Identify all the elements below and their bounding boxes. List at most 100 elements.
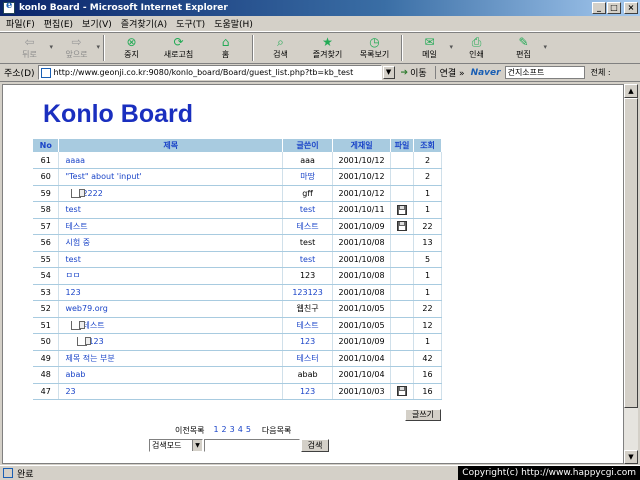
- page-link-4[interactable]: 4: [238, 425, 243, 436]
- page-link-1[interactable]: 1: [213, 425, 218, 436]
- minimize-button[interactable]: _: [592, 2, 606, 14]
- table-row[interactable]: 61 aaaa aaa 2001/10/12 2: [33, 152, 442, 169]
- menu-edit[interactable]: 편집(E): [44, 17, 73, 30]
- row-subject-link[interactable]: test: [65, 255, 80, 264]
- vertical-scrollbar[interactable]: ▲ ▼: [624, 84, 638, 464]
- row-subject-link[interactable]: 2222: [82, 189, 102, 198]
- chevron-down-icon[interactable]: ▾: [96, 43, 100, 51]
- toolbar-button-10[interactable]: ✎ 편집 ▾: [500, 33, 547, 63]
- table-row[interactable]: 53 123 123123 2001/10/08 1: [33, 284, 442, 301]
- scroll-thumb[interactable]: [624, 98, 638, 408]
- row-subject-link[interactable]: 테스트: [65, 222, 87, 231]
- menu-help[interactable]: 도움말(H): [214, 17, 253, 30]
- row-author[interactable]: 테스트: [282, 218, 334, 235]
- row-file: [390, 251, 414, 268]
- floppy-disk-icon[interactable]: [397, 221, 408, 232]
- table-row[interactable]: 47 23 123 2001/10/03 16: [33, 383, 442, 400]
- page-link-5[interactable]: 5: [246, 425, 251, 436]
- search-form: 검색모드 ▼ 검색: [149, 439, 329, 452]
- table-row[interactable]: 49 제목 적는 부분 테스터 2001/10/04 42: [33, 350, 442, 367]
- toolbar-button-6[interactable]: ★ 즐겨찾기: [304, 33, 351, 63]
- row-file: [390, 317, 414, 334]
- row-author[interactable]: 마땅: [282, 168, 334, 186]
- toolbar-button-5[interactable]: ⌕ 검색: [257, 33, 304, 63]
- table-row[interactable]: 54 ㅁㅁ 123 2001/10/08 1: [33, 267, 442, 285]
- search-button[interactable]: 검색: [301, 439, 329, 452]
- table-row[interactable]: 58 test test 2001/10/11 1: [33, 201, 442, 219]
- table-row[interactable]: 52 web79.org 웹친구 2001/10/05 22: [33, 300, 442, 318]
- row-date: 2001/10/09: [332, 333, 392, 351]
- row-subject-link[interactable]: aaaa: [65, 156, 85, 165]
- row-date: 2001/10/05: [332, 317, 392, 334]
- row-author[interactable]: 123: [282, 383, 334, 400]
- toolbar-button-0[interactable]: ⇦ 뒤로 ▾: [6, 33, 53, 63]
- row-subject-link[interactable]: 테스트: [82, 321, 104, 330]
- page-link-3[interactable]: 3: [230, 425, 235, 436]
- col-views: 조회: [413, 139, 442, 152]
- menu-file[interactable]: 파일(F): [6, 17, 35, 30]
- row-author[interactable]: 123: [282, 333, 334, 351]
- row-date: 2001/10/04: [332, 366, 392, 384]
- toolbar-button-8[interactable]: ✉ 메일 ▾: [406, 33, 453, 63]
- table-row[interactable]: 55 test test 2001/10/08 5: [33, 251, 442, 268]
- toolbar-button-7[interactable]: ◷ 목록보기: [351, 33, 398, 63]
- address-dropdown-button[interactable]: ▼: [382, 66, 395, 79]
- row-author[interactable]: test: [282, 201, 334, 219]
- toolbar-button-2[interactable]: ⊗ 중지: [108, 33, 155, 63]
- chevron-down-icon[interactable]: ▾: [543, 43, 547, 51]
- maximize-button[interactable]: □: [607, 2, 621, 14]
- row-subject-link[interactable]: 제목 적는 부분: [65, 354, 114, 363]
- menu-tools[interactable]: 도구(T): [176, 17, 205, 30]
- table-row[interactable]: 57 테스트 테스트 2001/10/09 22: [33, 218, 442, 235]
- close-button[interactable]: ×: [624, 2, 638, 14]
- row-author[interactable]: 테스트: [282, 317, 334, 334]
- menu-view[interactable]: 보기(V): [82, 17, 112, 30]
- row-author[interactable]: 테스터: [282, 350, 334, 367]
- menu-favorites[interactable]: 즐겨찾기(A): [121, 17, 167, 30]
- row-file: [390, 234, 414, 252]
- row-subject-link[interactable]: ㅁㅁ: [65, 271, 80, 280]
- table-row[interactable]: 50 123 123 2001/10/09 1: [33, 333, 442, 351]
- row-no: 52: [33, 300, 60, 318]
- row-author: abab: [282, 366, 334, 384]
- row-author[interactable]: 123123: [282, 284, 334, 301]
- row-subject-cell: 123: [58, 333, 284, 351]
- row-subject-link[interactable]: abab: [65, 370, 85, 379]
- go-button[interactable]: ➔ 이동: [401, 66, 427, 80]
- floppy-disk-icon[interactable]: [397, 386, 408, 397]
- table-row[interactable]: 56 시험 중 test 2001/10/08 13: [33, 234, 442, 252]
- prev-list-link[interactable]: 이전목록: [175, 425, 204, 436]
- write-button[interactable]: 글쓰기: [405, 409, 441, 421]
- search-icon: ⌕: [277, 35, 284, 49]
- row-subject-link[interactable]: web79.org: [65, 304, 107, 313]
- row-author[interactable]: test: [282, 251, 334, 268]
- row-subject-link[interactable]: "Test" about 'input': [65, 172, 141, 181]
- row-date: 2001/10/12: [332, 185, 392, 202]
- next-list-link[interactable]: 다음목록: [262, 425, 291, 436]
- table-row[interactable]: 51 테스트 테스트 2001/10/05 12: [33, 317, 442, 334]
- naver-toolbar-logo[interactable]: Naver: [471, 68, 501, 78]
- links-button[interactable]: 연결 »: [434, 66, 465, 79]
- scroll-up-button[interactable]: ▲: [624, 84, 638, 98]
- search-mode-select[interactable]: 검색모드 ▼: [149, 439, 203, 452]
- toolbar-button-label: 인쇄: [469, 50, 484, 59]
- table-row[interactable]: 48 abab abab 2001/10/04 16: [33, 366, 442, 384]
- table-row[interactable]: 59 2222 gff 2001/10/12 1: [33, 185, 442, 202]
- toolbar-button-4[interactable]: ⌂ 홈: [202, 33, 249, 63]
- row-subject-link[interactable]: 123: [65, 288, 80, 297]
- floppy-disk-icon[interactable]: [397, 204, 408, 215]
- scroll-down-button[interactable]: ▼: [624, 450, 638, 464]
- row-views: 1: [413, 284, 442, 301]
- naver-search-input[interactable]: 건지소프트: [504, 66, 585, 79]
- address-input[interactable]: http://www.geonji.co.kr:9080/konlo_board…: [37, 65, 382, 80]
- row-subject-link[interactable]: test: [65, 205, 80, 214]
- title-bar: konlo Board - Microsoft Internet Explore…: [0, 0, 640, 16]
- toolbar-button-9[interactable]: ⎙ 인쇄: [453, 33, 500, 63]
- toolbar-button-1[interactable]: ⇨ 앞으로 ▾: [53, 33, 100, 63]
- page-link-2[interactable]: 2: [222, 425, 227, 436]
- toolbar-button-3[interactable]: ⟳ 새로고침: [155, 33, 202, 63]
- row-subject-link[interactable]: 시험 중: [65, 238, 90, 247]
- row-subject-link[interactable]: 23: [65, 387, 75, 396]
- table-row[interactable]: 60 "Test" about 'input' 마땅 2001/10/12 2: [33, 168, 442, 186]
- search-input[interactable]: [204, 439, 300, 452]
